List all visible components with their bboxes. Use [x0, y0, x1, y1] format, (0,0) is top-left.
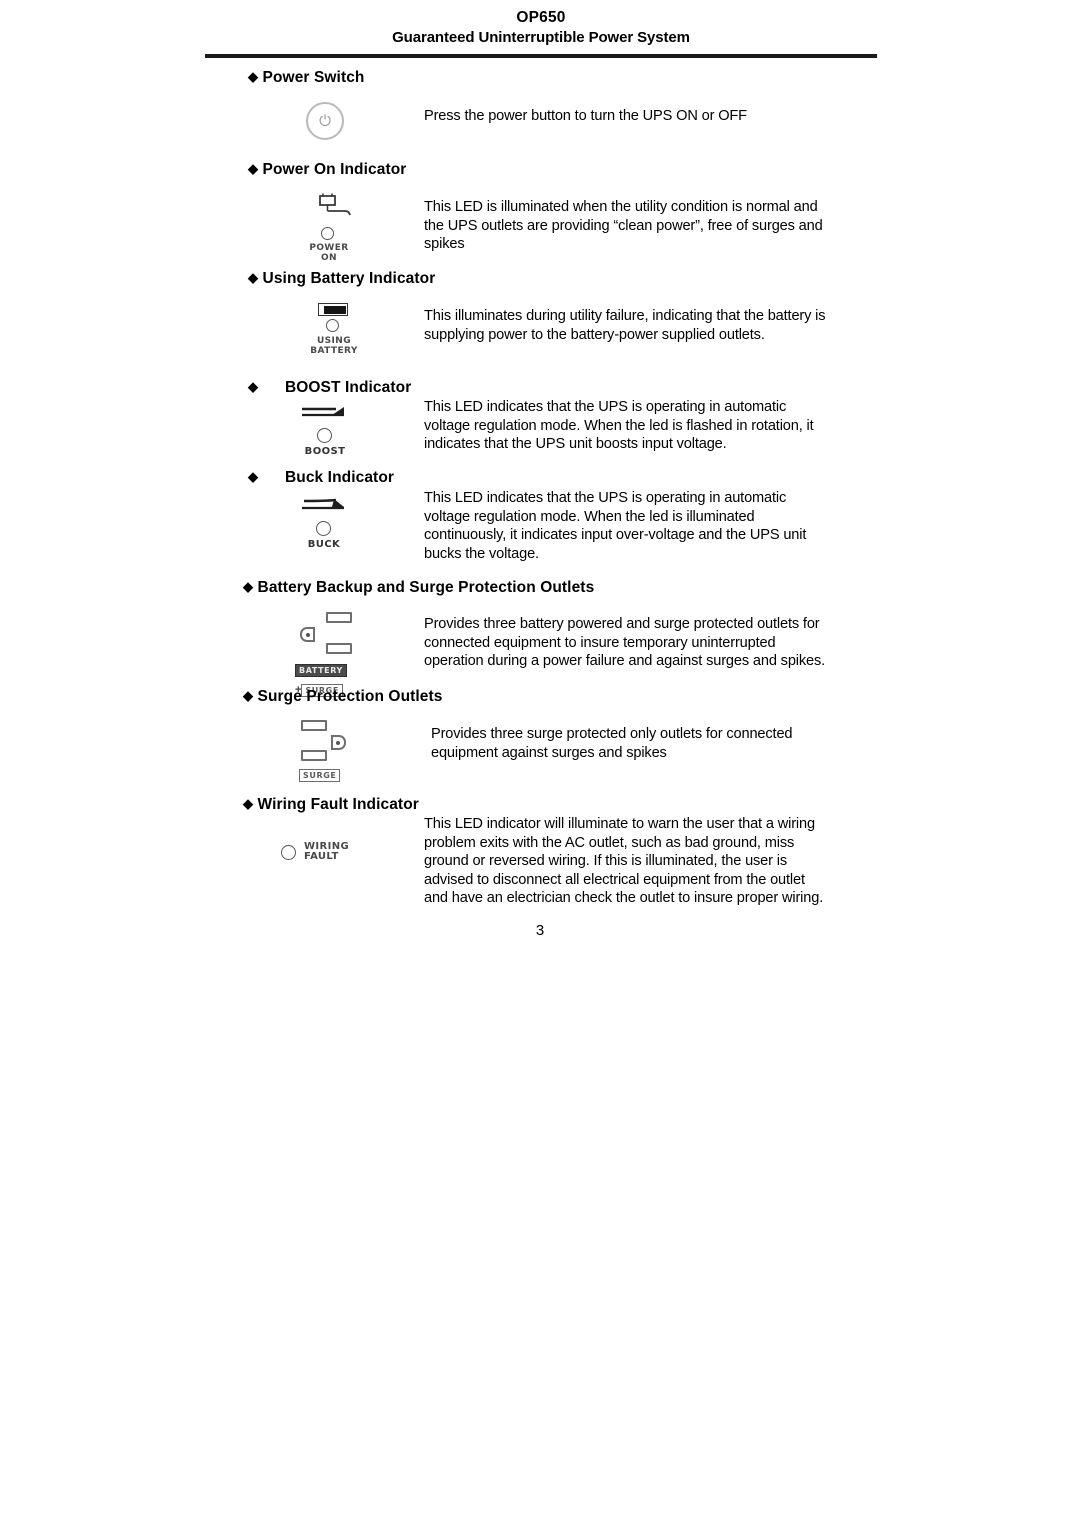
- heading-text: BOOST Indicator: [284, 379, 412, 396]
- body-line: This LED indicates that the UPS is opera…: [424, 399, 787, 415]
- power-button-icon: ⏻: [306, 102, 344, 140]
- heading-text: Surge Protection Outlets: [257, 688, 443, 705]
- body-line: and have an electrician check the outlet…: [424, 890, 824, 907]
- text-power-switch: Press the power button to turn the UPS O…: [424, 107, 747, 126]
- text-power-on-indicator: This LED is illuminated when the utility…: [424, 198, 823, 254]
- heading-surge-protection-outlets: ◆ Surge Protection Outlets: [243, 688, 443, 706]
- text-using-battery-indicator: This illuminates during utility failure,…: [424, 307, 826, 344]
- body-line: spikes: [424, 236, 465, 253]
- body-line: voltage regulation mode. When the led is…: [424, 417, 814, 434]
- outlet-slot: [326, 643, 352, 654]
- buck-waveform-icon: [302, 498, 344, 510]
- icon-label-using: USING: [316, 336, 352, 346]
- body-line: bucks the voltage.: [424, 545, 539, 562]
- battery-glyph-icon: [318, 303, 348, 316]
- body-line: indicates that the UPS unit boosts input…: [424, 436, 727, 453]
- icon-label-on: ON: [321, 253, 337, 263]
- heading-boost-indicator: ◆ BOOST Indicator: [248, 379, 411, 397]
- text-battery-backup-surge-outlets: Provides three battery powered and surge…: [424, 615, 825, 671]
- bullet-diamond-icon: ◆: [243, 688, 254, 703]
- battery-led-icon: USING BATTERY: [303, 303, 369, 356]
- power-symbol-icon: ⏻: [319, 112, 331, 130]
- bullet-diamond-icon: ◆: [243, 796, 254, 811]
- bullet-diamond-icon: ◆: [243, 579, 254, 594]
- led-ring-icon: [281, 844, 296, 860]
- heading-text: Power On Indicator: [262, 161, 407, 178]
- body-line: Press the power button to turn the UPS O…: [424, 108, 747, 124]
- power-button-circle: ⏻: [306, 102, 344, 140]
- heading-text: Battery Backup and Surge Protection Outl…: [257, 579, 595, 596]
- heading-buck-indicator: ◆ Buck Indicator: [248, 469, 394, 487]
- body-line: the UPS outlets are providing “clean pow…: [424, 217, 823, 234]
- text-wiring-fault-indicator: This LED indicator will illuminate to wa…: [424, 815, 823, 908]
- text-buck-indicator: This LED indicates that the UPS is opera…: [424, 489, 806, 563]
- product-subtitle: Guaranteed Uninterruptible Power System: [392, 29, 690, 46]
- heading-battery-backup-surge-outlets: ◆ Battery Backup and Surge Protection Ou…: [243, 579, 594, 597]
- heading-power-switch: ◆ Power Switch: [248, 69, 365, 87]
- outlet-ground-pin: [300, 627, 315, 642]
- body-line: operation during a power failure and aga…: [424, 653, 826, 670]
- body-line: This LED is illuminated when the utility…: [424, 199, 818, 215]
- body-line: connected equipment to insure temporary …: [424, 634, 776, 651]
- bullet-diamond-icon: ◆: [248, 69, 259, 84]
- body-line: Provides three battery powered and surge…: [424, 616, 820, 632]
- icon-label-fault: FAULT: [304, 851, 339, 862]
- outlet-slot: [301, 750, 327, 761]
- body-line: This LED indicator will illuminate to wa…: [424, 816, 815, 832]
- body-line: problem exits with the AC outlet, such a…: [424, 834, 795, 851]
- body-line: advised to disconnect all electrical equ…: [424, 871, 805, 888]
- bullet-diamond-icon: ◆: [248, 161, 259, 176]
- ground-pin-dot: [336, 740, 340, 745]
- page-header: OP650 Guaranteed Uninterruptible Power S…: [205, 8, 877, 48]
- outlet-slot: [326, 612, 352, 623]
- body-line: voltage regulation mode. When the led is…: [424, 508, 755, 525]
- body-line: equipment against surges and spikes: [431, 744, 667, 761]
- body-line: This LED indicates that the UPS is opera…: [424, 490, 787, 506]
- bullet-diamond-icon: ◆: [248, 270, 259, 285]
- model-title: OP650: [516, 9, 566, 26]
- body-line: continuously, it indicates input over-vo…: [424, 527, 807, 544]
- icon-label-battery: BATTERY: [295, 664, 347, 677]
- header-divider: [205, 54, 877, 58]
- bullet-diamond-icon: ◆: [248, 469, 259, 484]
- heading-text: Buck Indicator: [284, 469, 395, 486]
- icon-label-battery: BATTERY: [310, 346, 358, 356]
- outlet-slot: [301, 720, 327, 731]
- surge-outlet-icon: SURGE: [295, 718, 395, 783]
- led-ring-icon: [326, 319, 339, 332]
- battery-surge-outlet-icon: BATTERY + SURGE: [295, 610, 395, 698]
- bullet-diamond-icon: ◆: [248, 379, 259, 394]
- plug-cord-icon: [319, 193, 351, 216]
- heading-text: Power Switch: [262, 69, 365, 86]
- body-line: Provides three surge protected only outl…: [431, 726, 793, 742]
- power-on-led-icon: POWER ON: [300, 193, 370, 263]
- heading-using-battery-indicator: ◆ Using Battery Indicator: [248, 270, 435, 288]
- wiring-fault-led-icon: WIRING FAULT: [281, 842, 391, 862]
- battery-fill: [324, 305, 346, 314]
- boost-waveform-icon: [302, 407, 344, 417]
- icon-label-boost: BOOST: [304, 446, 346, 457]
- led-ring-icon: [321, 227, 334, 240]
- manual-page: OP650 Guaranteed Uninterruptible Power S…: [0, 0, 1080, 1528]
- heading-text: Using Battery Indicator: [262, 270, 436, 287]
- led-ring-icon: [317, 428, 332, 443]
- heading-power-on-indicator: ◆ Power On Indicator: [248, 161, 406, 179]
- page-number: 3: [535, 922, 545, 939]
- heading-wiring-fault-indicator: ◆ Wiring Fault Indicator: [243, 796, 419, 814]
- led-ring-icon: [316, 521, 331, 536]
- ground-pin-dot: [306, 632, 310, 637]
- heading-text: Wiring Fault Indicator: [257, 796, 419, 813]
- icon-label-power: POWER: [309, 243, 349, 253]
- buck-led-icon: BUCK: [296, 497, 358, 550]
- text-boost-indicator: This LED indicates that the UPS is opera…: [424, 398, 814, 454]
- icon-label-buck: BUCK: [307, 539, 341, 550]
- icon-label-surge: SURGE: [299, 769, 341, 782]
- boost-led-icon: BOOST: [296, 404, 358, 457]
- outlet-ground-pin: [331, 735, 346, 750]
- text-surge-protection-outlets: Provides three surge protected only outl…: [431, 725, 793, 762]
- body-line: This illuminates during utility failure,…: [424, 308, 826, 324]
- body-line: ground or reversed wiring. If this is il…: [424, 853, 788, 870]
- body-line: supplying power to the battery-power sup…: [424, 326, 765, 343]
